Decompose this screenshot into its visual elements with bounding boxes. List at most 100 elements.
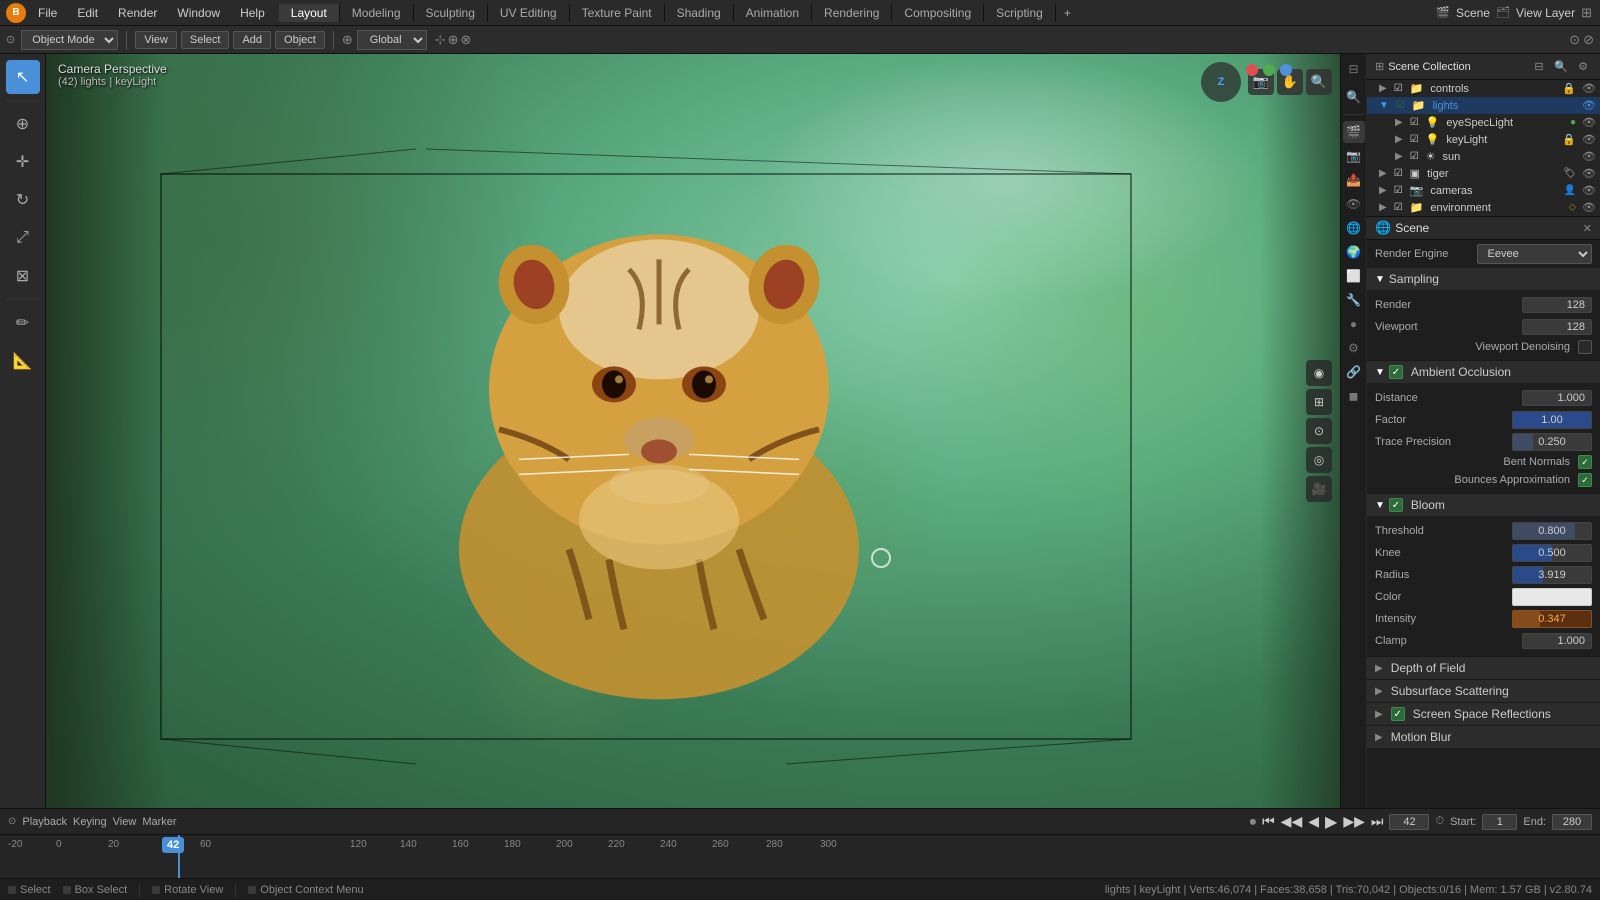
- ao-distance-value[interactable]: 1.000: [1522, 390, 1592, 406]
- bloom-color-swatch[interactable]: [1512, 588, 1592, 606]
- search-props-icon[interactable]: 🔍: [1343, 86, 1365, 108]
- sc-vis-lights[interactable]: 👁: [1582, 99, 1596, 112]
- sc-item-tiger[interactable]: ▶ ☑ ▣ tiger 🏷 👁: [1367, 165, 1600, 182]
- render-value[interactable]: 128: [1522, 297, 1592, 313]
- sc-item-sun[interactable]: ▶ ☑ ☀ sun 👁: [1367, 148, 1600, 165]
- playback-label[interactable]: Playback: [22, 816, 67, 828]
- marker-label[interactable]: Marker: [142, 816, 176, 828]
- render-props-icon[interactable]: 📷: [1343, 145, 1365, 167]
- sc-vis-tiger[interactable]: 👁: [1582, 167, 1596, 180]
- transform-icon-1[interactable]: ⊹: [435, 32, 446, 48]
- ssr-checkbox[interactable]: ✓: [1391, 707, 1405, 721]
- sc-eye-controls[interactable]: 🔒: [1562, 82, 1576, 95]
- collection-options-icon[interactable]: ⚙: [1574, 58, 1592, 76]
- sampling-section-header[interactable]: ▼ Sampling: [1367, 268, 1600, 290]
- sc-vis-env[interactable]: 👁: [1582, 201, 1596, 214]
- constraints-props-icon[interactable]: 🔗: [1343, 361, 1365, 383]
- fullscreen-icon[interactable]: ⊞: [1581, 5, 1592, 21]
- viewport-render-button[interactable]: 🎥: [1306, 476, 1332, 502]
- add-workspace-button[interactable]: +: [1056, 4, 1079, 22]
- viewport-xray-button[interactable]: ◎: [1306, 447, 1332, 473]
- viewport-overlay-button[interactable]: ⊙: [1306, 418, 1332, 444]
- ssr-section-header[interactable]: ▶ ✓ Screen Space Reflections: [1367, 703, 1600, 725]
- tab-rendering[interactable]: Rendering: [812, 4, 892, 22]
- bloom-clamp-value[interactable]: 1.000: [1522, 633, 1592, 649]
- ao-factor-slider[interactable]: 1.00: [1512, 411, 1592, 429]
- sc-item-eye-spec-light[interactable]: ▶ ☑ 💡 eyeSpecLight ● 👁: [1367, 114, 1600, 131]
- menu-render[interactable]: Render: [110, 4, 165, 22]
- sc-checkbox-tiger[interactable]: ☑: [1394, 168, 1403, 179]
- object-props-icon[interactable]: ⬜: [1343, 265, 1365, 287]
- global-select[interactable]: Global: [357, 30, 427, 50]
- menu-window[interactable]: Window: [169, 4, 228, 22]
- add-button[interactable]: Add: [233, 31, 271, 49]
- sc-lock-key[interactable]: 🔒: [1562, 133, 1576, 146]
- object-button[interactable]: Object: [275, 31, 325, 49]
- sc-vis-sun[interactable]: 👁: [1582, 150, 1596, 163]
- rec-button[interactable]: ⏺: [1250, 814, 1257, 830]
- win-dot-blue[interactable]: [1280, 64, 1292, 76]
- sc-vis-cameras[interactable]: 👁: [1582, 184, 1596, 197]
- zoom-view-button[interactable]: 🔍: [1306, 69, 1332, 95]
- render-engine-select[interactable]: Eevee: [1477, 244, 1593, 264]
- tab-shading[interactable]: Shading: [665, 4, 734, 22]
- tab-animation[interactable]: Animation: [734, 4, 812, 22]
- viewport-display-button[interactable]: ⊞: [1306, 389, 1332, 415]
- view-layer-props-icon[interactable]: 👁: [1343, 193, 1365, 215]
- tool-select[interactable]: ↖: [6, 60, 40, 94]
- tool-measure[interactable]: 📐: [6, 344, 40, 378]
- snap-icon[interactable]: ⊙: [1569, 32, 1580, 48]
- win-dot-red[interactable]: [1246, 64, 1258, 76]
- scene-name[interactable]: Scene: [1456, 6, 1490, 20]
- viewport-shading-button[interactable]: ◉: [1306, 360, 1332, 386]
- sc-item-controls[interactable]: ▶ ☑ 📁 controls 🔒 👁: [1367, 80, 1600, 97]
- props-panel-options[interactable]: ✕: [1583, 222, 1592, 235]
- transform-icon-3[interactable]: ⊗: [461, 32, 472, 48]
- timeline-frame-badge[interactable]: 42: [162, 837, 184, 853]
- world-props-icon[interactable]: 🌍: [1343, 241, 1365, 263]
- tool-move[interactable]: ✛: [6, 145, 40, 179]
- mode-select[interactable]: Object Mode: [21, 30, 118, 50]
- bloom-checkbox[interactable]: ✓: [1389, 498, 1403, 512]
- sc-vis-eye[interactable]: 👁: [1582, 116, 1596, 129]
- tab-texture-paint[interactable]: Texture Paint: [570, 4, 665, 22]
- tab-uv-editing[interactable]: UV Editing: [488, 4, 570, 22]
- sc-checkbox-cameras[interactable]: ☑: [1394, 185, 1403, 196]
- tab-layout[interactable]: Layout: [279, 4, 340, 22]
- denoising-checkbox[interactable]: [1578, 340, 1592, 354]
- ao-section-header[interactable]: ▼ ✓ Ambient Occlusion: [1367, 361, 1600, 383]
- win-dot-green[interactable]: [1263, 64, 1275, 76]
- bounces-checkbox[interactable]: ✓: [1578, 473, 1592, 487]
- next-keyframe-button[interactable]: ▶▶: [1343, 813, 1365, 830]
- sc-checkbox-eye[interactable]: ☑: [1410, 117, 1419, 128]
- sc-item-cameras[interactable]: ▶ ☑ 📷 cameras 👤 👁: [1367, 182, 1600, 199]
- dof-section-header[interactable]: ▶ Depth of Field: [1367, 657, 1600, 679]
- view-layer-name[interactable]: View Layer: [1516, 6, 1575, 20]
- sc-checkbox-lights[interactable]: ☑: [1396, 100, 1405, 111]
- bloom-threshold-slider[interactable]: 0.800: [1512, 522, 1592, 540]
- sc-checkbox-controls[interactable]: ☑: [1394, 83, 1403, 94]
- sc-item-environment[interactable]: ▶ ☑ 📁 environment ⬦ 👁: [1367, 199, 1600, 216]
- bloom-intensity-slider[interactable]: 0.347: [1512, 610, 1592, 628]
- collection-filter-icon[interactable]: ⊟: [1530, 58, 1548, 76]
- tool-annotate[interactable]: ✏: [6, 306, 40, 340]
- keying-label[interactable]: Keying: [73, 816, 107, 828]
- skip-start-button[interactable]: ⏮: [1262, 813, 1275, 830]
- scene2-props-icon[interactable]: 🌐: [1343, 217, 1365, 239]
- tool-scale[interactable]: ⤢: [6, 221, 40, 255]
- output-props-icon[interactable]: 📤: [1343, 169, 1365, 191]
- menu-file[interactable]: File: [30, 4, 65, 22]
- scene-props-icon[interactable]: 🎬: [1343, 121, 1365, 143]
- tl-view-label[interactable]: View: [113, 816, 137, 828]
- sc-checkbox-sun[interactable]: ☑: [1410, 151, 1419, 162]
- tab-compositing[interactable]: Compositing: [892, 4, 984, 22]
- viewport[interactable]: Camera Perspective (42) lights | keyLigh…: [46, 54, 1340, 808]
- prev-keyframe-button[interactable]: ◀: [1308, 813, 1319, 830]
- menu-help[interactable]: Help: [232, 4, 273, 22]
- sss-section-header[interactable]: ▶ Subsurface Scattering: [1367, 680, 1600, 702]
- sc-checkbox-env[interactable]: ☑: [1394, 202, 1403, 213]
- timeline-ruler[interactable]: -20 0 20 42 60 120 140 160 180 200 220 2…: [0, 835, 1600, 878]
- sc-vis-key[interactable]: 👁: [1582, 133, 1596, 146]
- tool-rotate[interactable]: ↻: [6, 183, 40, 217]
- select-button[interactable]: Select: [181, 31, 230, 49]
